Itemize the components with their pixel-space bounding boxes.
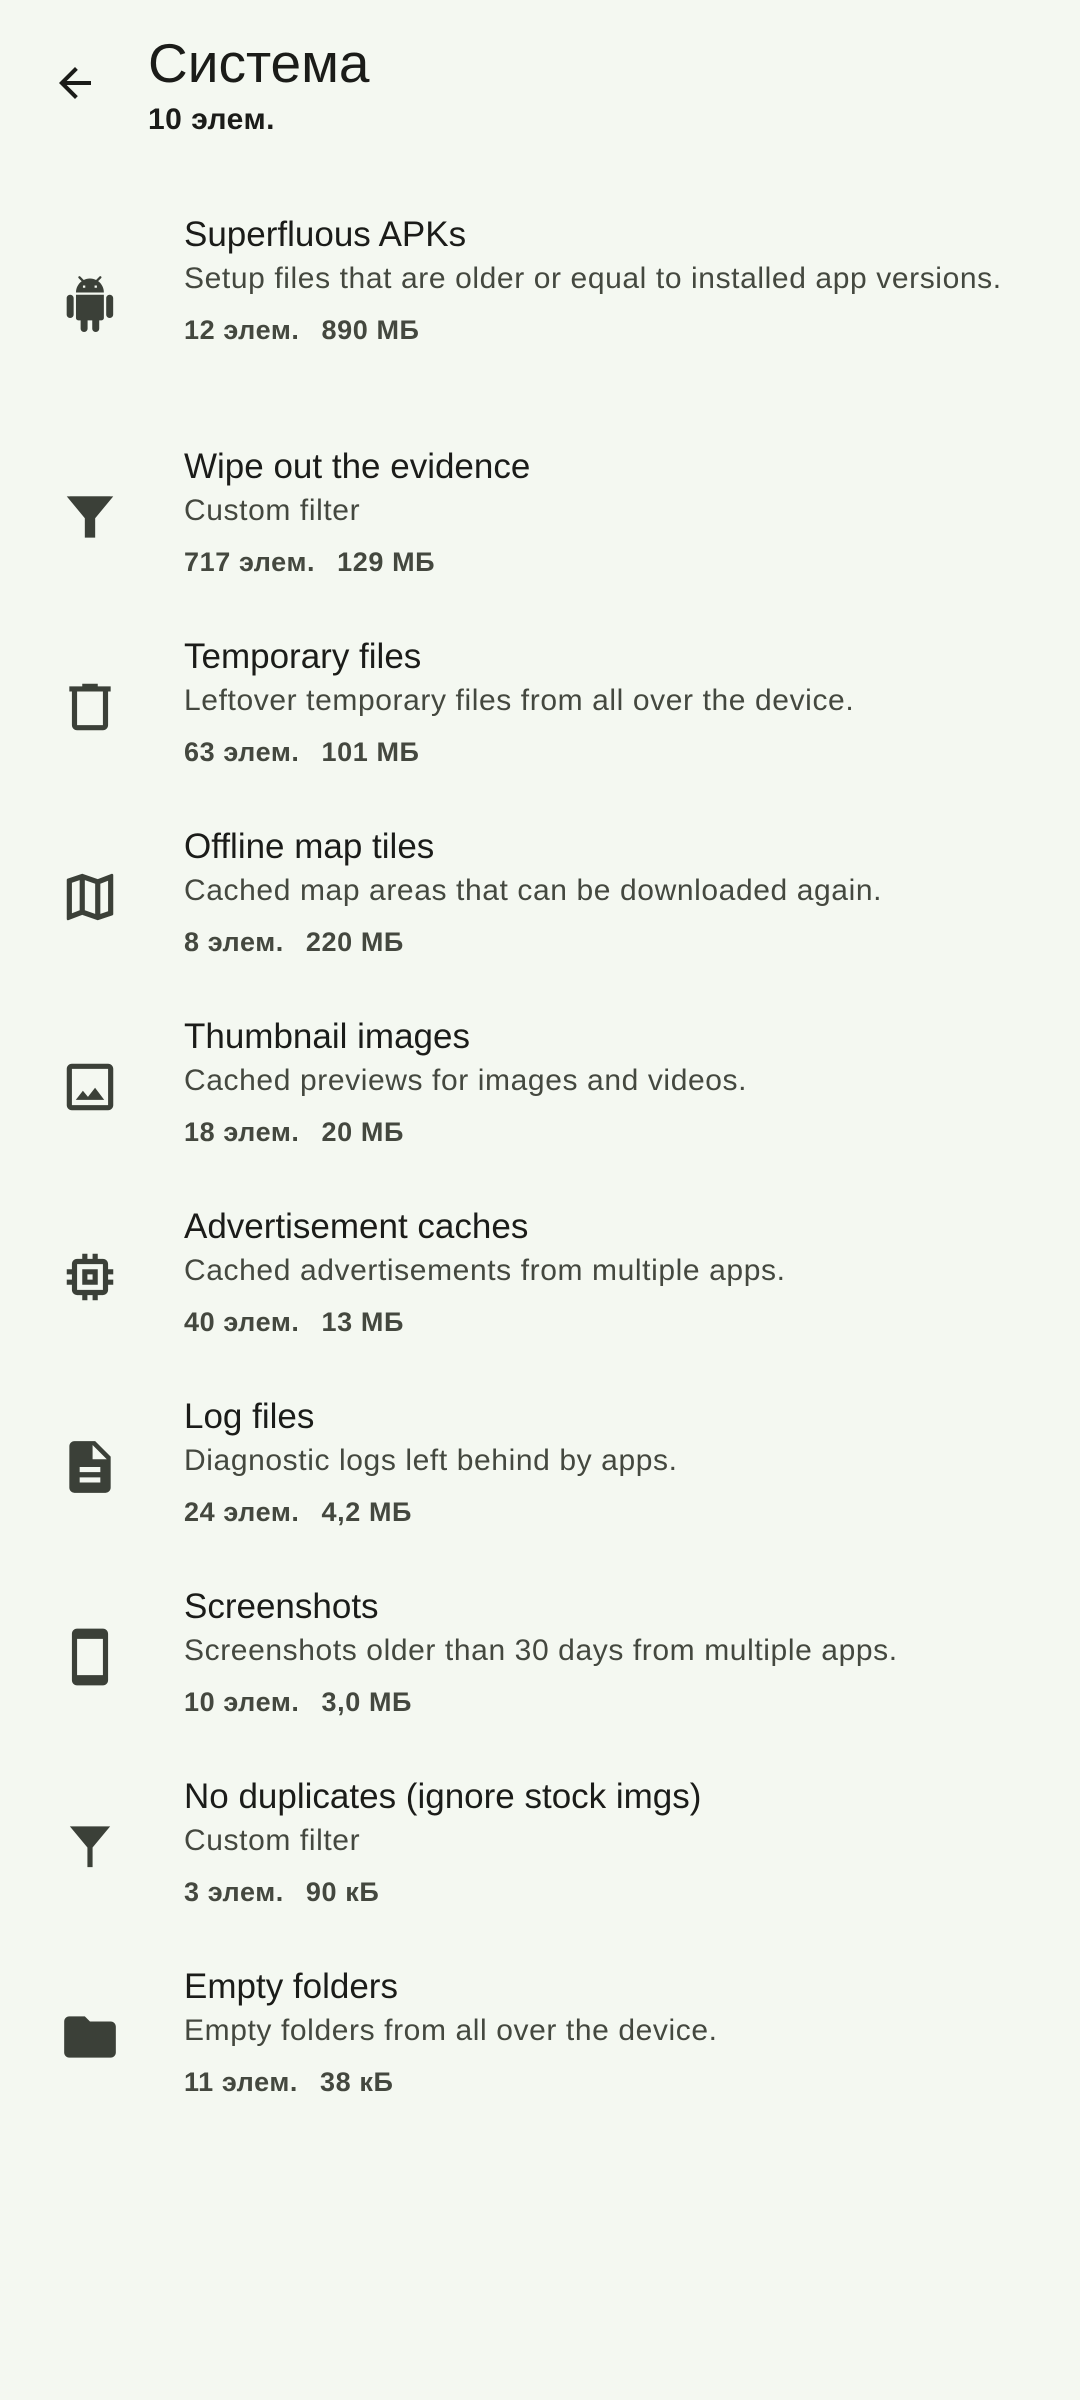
item-meta: 717 элем. 129 МБ [184,544,1020,580]
item-meta: 11 элем. 38 кБ [184,2064,1020,2100]
item-meta: 63 элем. 101 МБ [184,734,1020,770]
item-description: Screenshots older than 30 days from mult… [184,1634,898,1667]
android-icon [56,272,124,340]
item-size: 220 МБ [305,927,404,957]
item-description: Diagnostic logs left behind by apps. [184,1444,678,1477]
item-count: 10 элем. [184,1687,300,1717]
item-description: Custom filter [184,1824,361,1857]
top-app-bar: Система 10 элем. [0,0,1080,170]
list-item-superfluous-apks[interactable]: Superfluous APKs Setup files that are ol… [0,190,1080,422]
item-meta: 8 элем. 220 МБ [184,924,1020,960]
item-count: 18 элем. [184,1117,300,1147]
item-description: Cached map areas that can be downloaded … [184,874,883,907]
list-item-log-files[interactable]: Log files Diagnostic logs left behind by… [0,1372,1080,1562]
item-title: Thumbnail images [184,1017,470,1056]
item-description: Custom filter [184,494,361,527]
item-count: 3 элем. [184,1877,284,1907]
item-size: 13 МБ [321,1307,404,1337]
page-title: Система [148,32,370,94]
item-description: Empty folders from all over the device. [184,2014,718,2047]
list-item-temporary-files[interactable]: Temporary files Leftover temporary files… [0,612,1080,802]
arrow-back-icon [59,67,91,99]
list-item-empty-folders[interactable]: Empty folders Empty folders from all ove… [0,1942,1080,2132]
item-size: 3,0 МБ [321,1687,413,1717]
item-meta: 3 элем. 90 кБ [184,1874,1020,1910]
filter-list: Superfluous APKs Setup files that are ol… [0,190,1080,2132]
item-description: Leftover temporary files from all over t… [184,684,855,717]
list-item-advertisement-caches[interactable]: Advertisement caches Cached advertisemen… [0,1182,1080,1372]
list-item-no-duplicates[interactable]: No duplicates (ignore stock imgs) Custom… [0,1752,1080,1942]
item-size: 101 МБ [321,737,420,767]
item-meta: 18 элем. 20 МБ [184,1114,1020,1150]
filter-icon [56,1813,124,1881]
item-meta: 12 элем. 890 МБ [184,312,1020,348]
phone-icon [56,1623,124,1691]
item-title: Offline map tiles [184,827,435,866]
folder-icon [56,2003,124,2071]
item-size: 890 МБ [321,315,420,345]
item-count: 12 элем. [184,315,300,345]
item-count: 24 элем. [184,1497,300,1527]
item-size: 90 кБ [305,1877,380,1907]
item-size: 4,2 МБ [321,1497,413,1527]
item-meta: 24 элем. 4,2 МБ [184,1494,1020,1530]
back-button[interactable] [30,38,120,128]
item-title: Temporary files [184,637,422,676]
item-title: Advertisement caches [184,1207,529,1246]
list-item-wipe-out-the-evidence[interactable]: Wipe out the evidence Custom filter 717 … [0,422,1080,612]
list-item-screenshots[interactable]: Screenshots Screenshots older than 30 da… [0,1562,1080,1752]
item-count: 717 элем. [184,547,316,577]
list-item-thumbnail-images[interactable]: Thumbnail images Cached previews for ima… [0,992,1080,1182]
item-title: Superfluous APKs [184,215,467,254]
item-size: 38 кБ [320,2067,394,2097]
item-title: No duplicates (ignore stock imgs) [184,1777,702,1816]
list-item-offline-map-tiles[interactable]: Offline map tiles Cached map areas that … [0,802,1080,992]
document-icon [56,1433,124,1501]
map-icon [56,863,124,931]
item-title: Screenshots [184,1587,379,1626]
item-description: Cached previews for images and videos. [184,1064,748,1097]
trash-icon [56,673,124,741]
item-meta: 40 элем. 13 МБ [184,1304,1020,1340]
item-title: Log files [184,1397,315,1436]
item-count: 40 элем. [184,1307,300,1337]
filter-icon [56,483,124,551]
item-size: 20 МБ [321,1117,404,1147]
item-description: Cached advertisements from multiple apps… [184,1254,786,1287]
item-count: 8 элем. [184,927,284,957]
image-icon [56,1053,124,1121]
item-count: 11 элем. [184,2067,299,2097]
page-subtitle: 10 элем. [148,103,276,136]
item-description: Setup files that are older or equal to i… [184,262,1002,295]
item-title: Wipe out the evidence [184,447,531,486]
item-title: Empty folders [184,1967,398,2006]
item-meta: 10 элем. 3,0 МБ [184,1684,1020,1720]
item-size: 129 МБ [337,547,436,577]
chip-icon [56,1243,124,1311]
item-count: 63 элем. [184,737,300,767]
